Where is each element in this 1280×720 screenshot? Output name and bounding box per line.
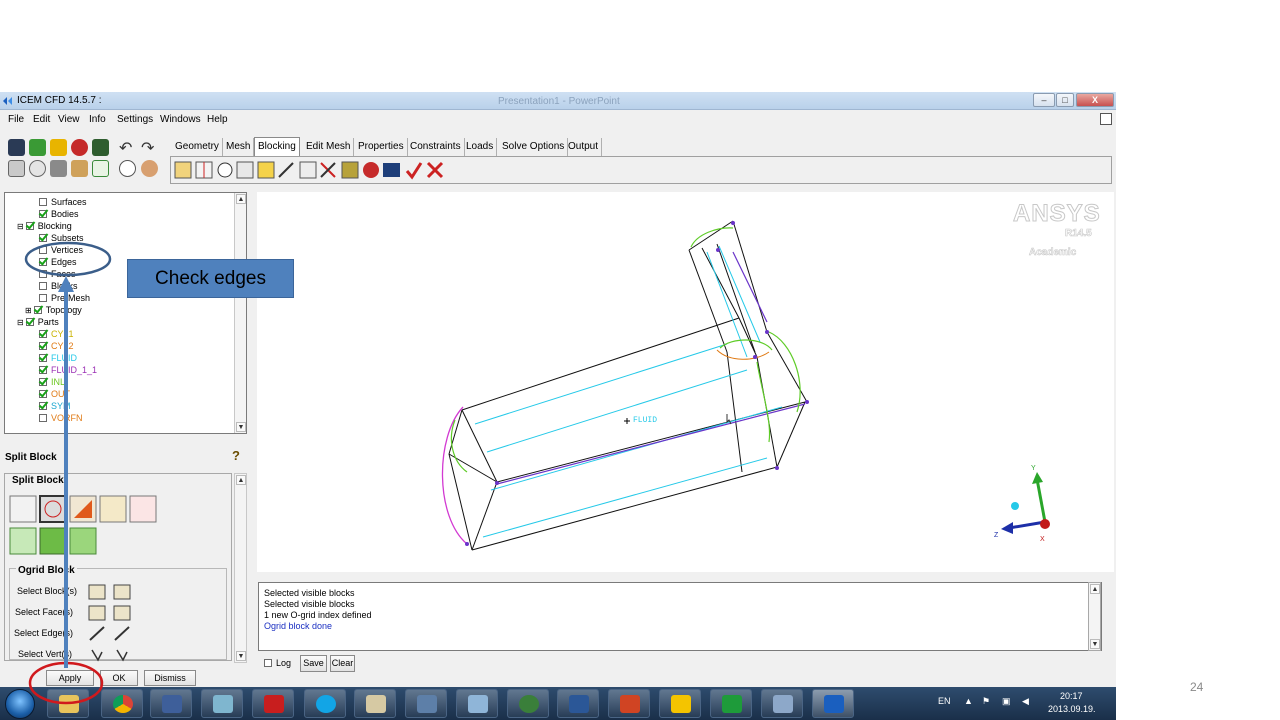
- arrow-head-icon: [58, 276, 74, 292]
- check-edges-callout: Check edges: [127, 259, 294, 298]
- slide: ICEM CFD 14.5.7 : Presentation1 - PowerP…: [0, 0, 1280, 720]
- apply-highlight-ellipse: [28, 661, 104, 705]
- slide-number: 24: [1190, 680, 1204, 694]
- edges-highlight-ellipse: [24, 241, 112, 277]
- annotation-overlay: [24, 241, 112, 705]
